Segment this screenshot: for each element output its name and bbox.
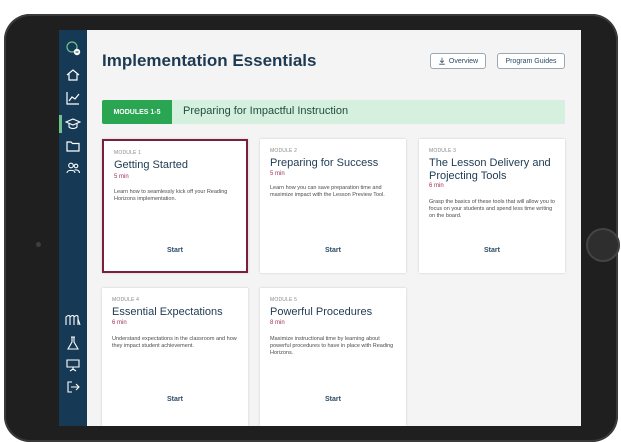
users-icon[interactable] [63,158,83,178]
screen: Implementation Essentials Overview Progr… [59,30,581,426]
logout-icon[interactable] [63,377,83,397]
flask-icon[interactable] [63,333,83,353]
start-button[interactable]: Start [419,247,565,254]
module-title: Getting Started [114,159,188,171]
module-description: Maximize instructional time by learning … [270,336,394,356]
module-card-1[interactable]: MODULE 1 Getting Started 5 min Learn how… [102,139,248,273]
library-icon[interactable] [63,310,83,330]
folder-icon[interactable] [63,136,83,156]
module-description: Learn how you can save preparation time … [270,185,385,198]
presentation-icon[interactable] [63,355,83,375]
module-description: Grasp the basics of these tools that wil… [429,199,555,219]
home-button[interactable] [586,228,620,262]
banner-title: Preparing for Impactful Instruction [183,105,349,117]
sidebar [59,30,87,426]
module-card-2[interactable]: MODULE 2 Preparing for Success 5 min Lea… [260,139,406,273]
module-duration: 6 min [112,320,127,326]
module-title: The Lesson Delivery and Projecting Tools [429,157,551,182]
module-card-3[interactable]: MODULE 3 The Lesson Delivery and Project… [419,139,565,273]
modules-range-badge: MODULES 1-5 [102,100,172,124]
logo-badge-icon[interactable] [63,38,83,58]
module-label: MODULE 5 [270,297,298,303]
module-label: MODULE 3 [429,148,457,154]
main-content: Implementation Essentials Overview Progr… [87,30,581,426]
start-button[interactable]: Start [260,396,406,403]
overview-button[interactable]: Overview [430,53,486,69]
module-label: MODULE 1 [114,150,142,156]
program-guides-button[interactable]: Program Guides [497,53,565,69]
module-card-5[interactable]: MODULE 5 Powerful Procedures 8 min Maxim… [260,288,406,426]
download-icon [439,57,445,65]
start-button[interactable]: Start [104,247,246,254]
graduation-cap-icon[interactable] [59,114,83,134]
module-title: Essential Expectations [112,306,223,318]
module-title: Preparing for Success [270,157,379,169]
camera [36,242,41,247]
home-icon[interactable] [63,65,83,85]
program-guides-label: Program Guides [505,57,557,65]
overview-label: Overview [448,57,479,65]
module-label: MODULE 2 [270,148,298,154]
module-duration: 5 min [114,174,129,180]
module-description: Understand expectations in the classroom… [112,336,237,349]
module-duration: 8 min [270,320,285,326]
module-card-4[interactable]: MODULE 4 Essential Expectations 6 min Un… [102,288,248,426]
page-title: Implementation Essentials [102,51,317,70]
module-label: MODULE 4 [112,297,140,303]
module-title: Powerful Procedures [270,306,373,318]
module-description: Learn how to seamlessly kick off your Re… [114,189,228,202]
modules-banner: MODULES 1-5 Preparing for Impactful Inst… [102,100,565,124]
chart-line-icon[interactable] [63,88,83,108]
start-button[interactable]: Start [260,247,406,254]
module-duration: 5 min [270,171,285,177]
start-button[interactable]: Start [102,396,248,403]
module-duration: 6 min [429,183,444,189]
